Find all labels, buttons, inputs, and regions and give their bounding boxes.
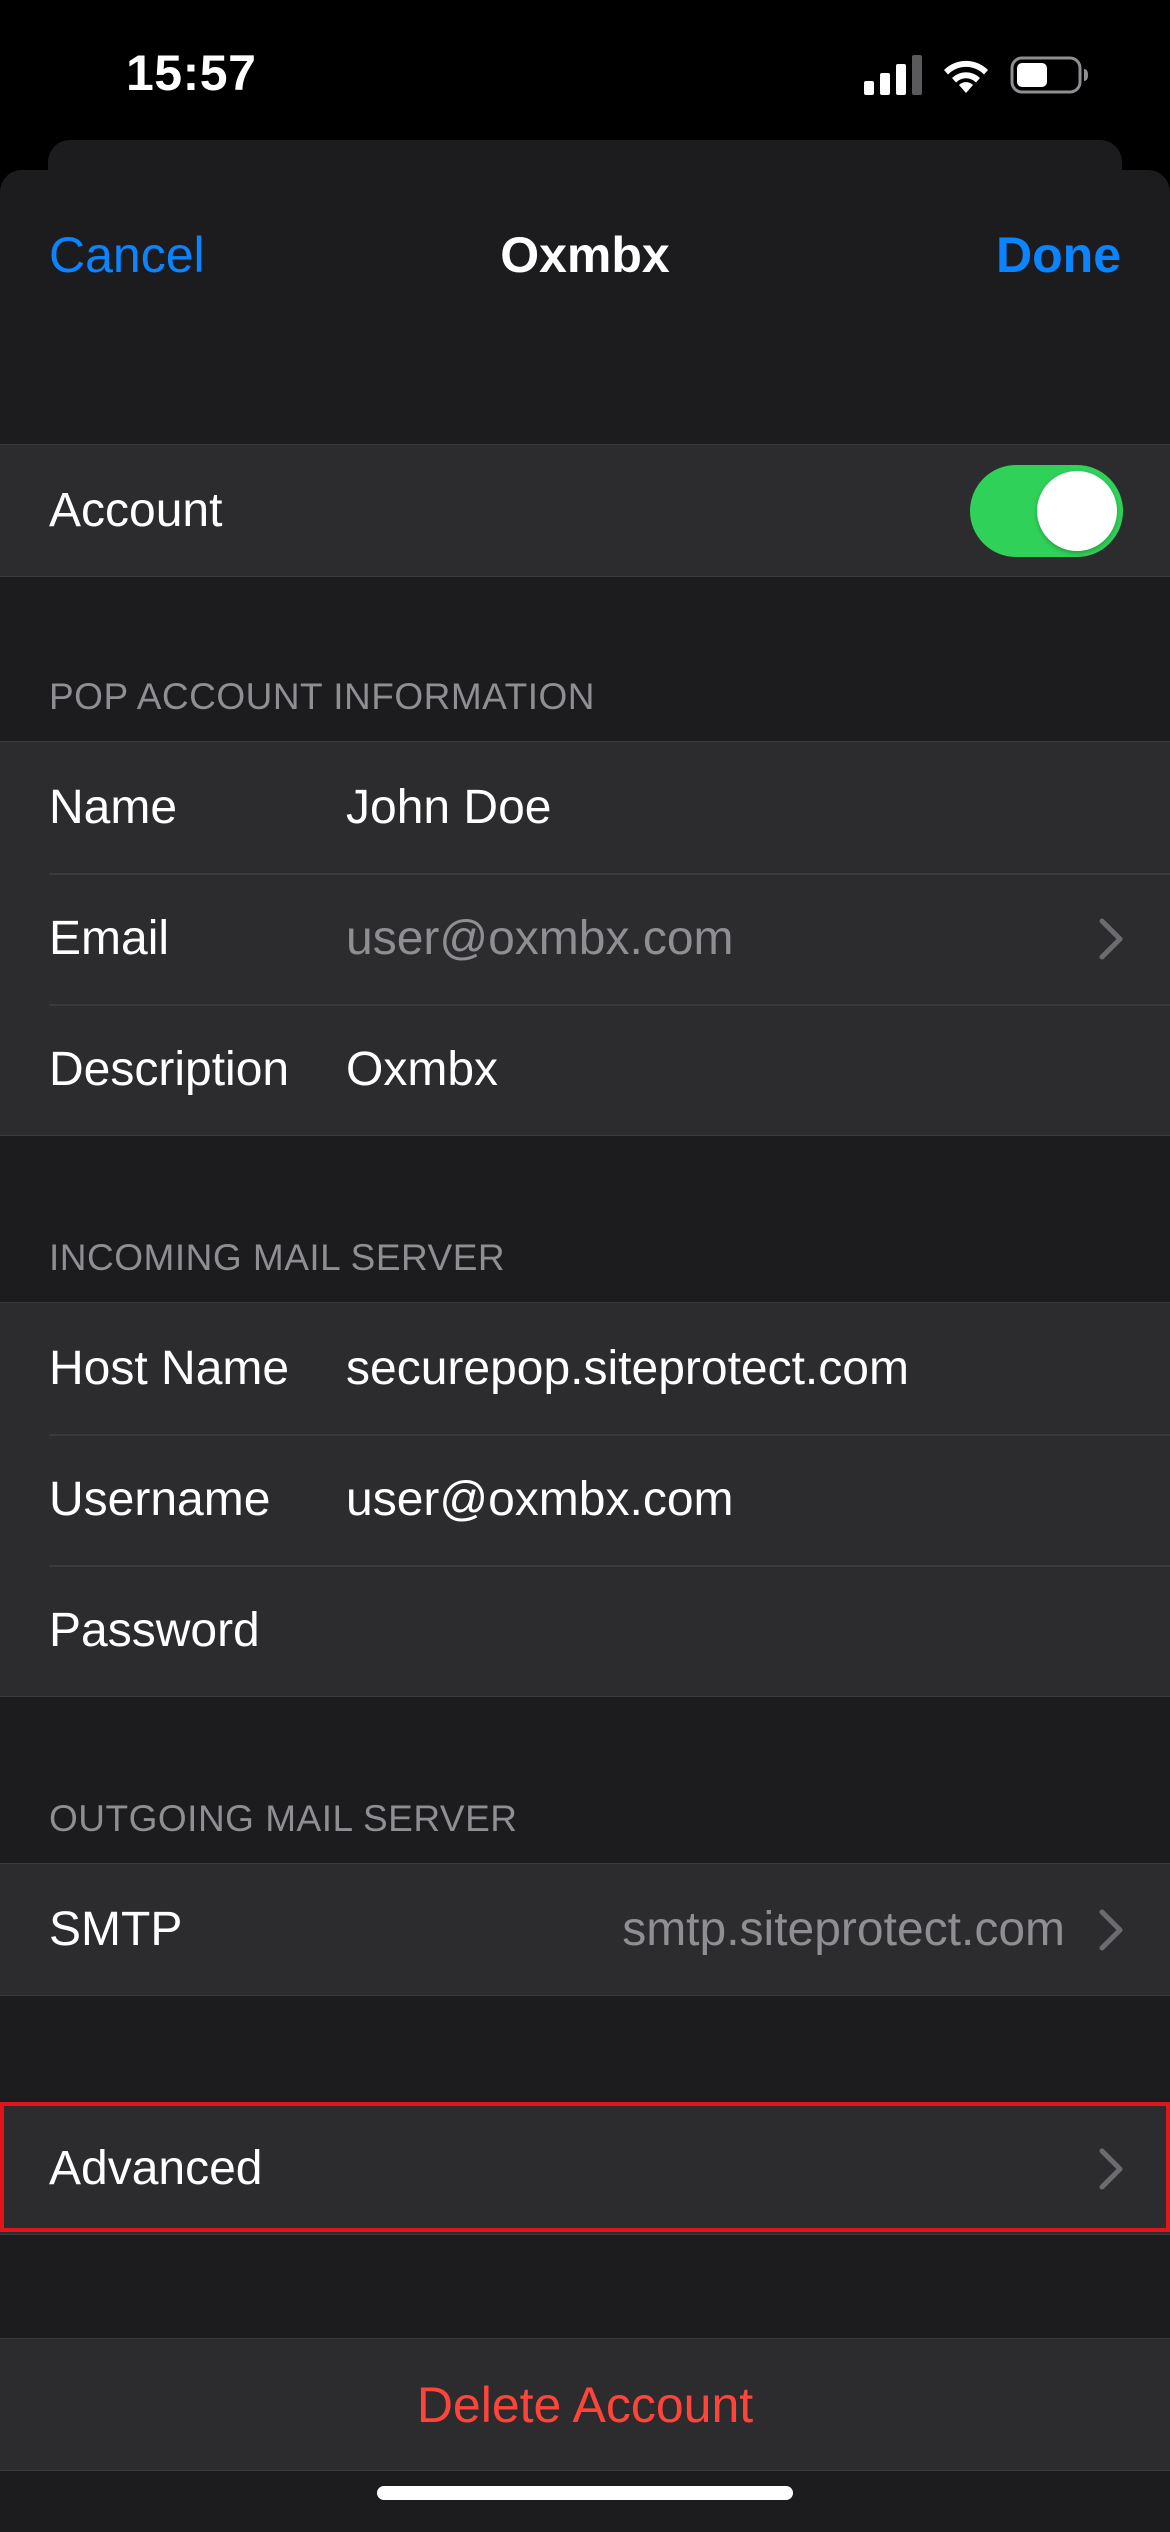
pop-info-group: Name John Doe Email user@oxmbx.com Descr… bbox=[0, 741, 1170, 1136]
username-field[interactable]: user@oxmbx.com bbox=[346, 1472, 734, 1527]
username-label: Username bbox=[49, 1473, 271, 1526]
incoming-server-group: Host Name securepop.siteprotect.com User… bbox=[0, 1302, 1170, 1697]
account-row: Account bbox=[0, 445, 1170, 576]
description-label: Description bbox=[49, 1043, 290, 1096]
account-toggle[interactable] bbox=[970, 464, 1123, 557]
smtp-label: SMTP bbox=[49, 1903, 183, 1956]
email-row[interactable]: Email user@oxmbx.com bbox=[0, 873, 1170, 1004]
account-label: Account bbox=[49, 484, 223, 537]
name-field[interactable]: John Doe bbox=[346, 780, 551, 835]
host-name-field[interactable]: securepop.siteprotect.com bbox=[346, 1341, 909, 1396]
status-bar: 15:57 bbox=[0, 0, 1170, 150]
cellular-signal-icon bbox=[864, 55, 922, 95]
account-settings-sheet: Cancel Oxmbx Done Account POP ACCOUNT IN… bbox=[0, 170, 1170, 2532]
battery-icon bbox=[1010, 56, 1088, 94]
smtp-value: smtp.siteprotect.com bbox=[622, 1903, 1065, 1956]
home-indicator[interactable] bbox=[377, 2486, 793, 2500]
done-button[interactable]: Done bbox=[996, 226, 1121, 284]
host-name-row[interactable]: Host Name securepop.siteprotect.com bbox=[0, 1303, 1170, 1434]
chevron-right-icon bbox=[1099, 1909, 1123, 1950]
incoming-server-header: INCOMING MAIL SERVER bbox=[49, 1237, 506, 1278]
advanced-label: Advanced bbox=[49, 2142, 263, 2195]
password-row[interactable]: Password bbox=[0, 1565, 1170, 1696]
outgoing-server-group: SMTP smtp.siteprotect.com bbox=[0, 1863, 1170, 1996]
username-row[interactable]: Username user@oxmbx.com bbox=[0, 1434, 1170, 1565]
advanced-row[interactable]: Advanced bbox=[0, 2103, 1170, 2234]
password-label: Password bbox=[49, 1604, 260, 1657]
name-label: Name bbox=[49, 781, 178, 834]
name-row[interactable]: Name John Doe bbox=[0, 742, 1170, 873]
status-time: 15:57 bbox=[126, 45, 257, 101]
account-group: Account bbox=[0, 444, 1170, 577]
description-field[interactable]: Oxmbx bbox=[346, 1042, 498, 1097]
smtp-row[interactable]: SMTP smtp.siteprotect.com bbox=[0, 1864, 1170, 1995]
description-row[interactable]: Description Oxmbx bbox=[0, 1004, 1170, 1135]
cancel-button[interactable]: Cancel bbox=[49, 226, 205, 284]
outgoing-server-header: OUTGOING MAIL SERVER bbox=[49, 1798, 518, 1839]
email-value: user@oxmbx.com bbox=[346, 912, 734, 965]
delete-group: Delete Account bbox=[0, 2338, 1170, 2471]
chevron-right-icon bbox=[1099, 2148, 1123, 2189]
delete-account-label: Delete Account bbox=[416, 2376, 754, 2433]
navigation-bar: Cancel Oxmbx Done bbox=[0, 170, 1170, 340]
host-name-label: Host Name bbox=[49, 1342, 290, 1395]
advanced-group: Advanced bbox=[0, 2102, 1170, 2235]
pop-info-header: POP ACCOUNT INFORMATION bbox=[49, 676, 595, 717]
chevron-right-icon bbox=[1099, 918, 1123, 959]
toggle-knob bbox=[1037, 470, 1117, 551]
wifi-icon bbox=[944, 60, 988, 93]
delete-account-button[interactable]: Delete Account bbox=[0, 2339, 1170, 2470]
email-label: Email bbox=[49, 912, 170, 965]
status-icons bbox=[864, 50, 1090, 100]
